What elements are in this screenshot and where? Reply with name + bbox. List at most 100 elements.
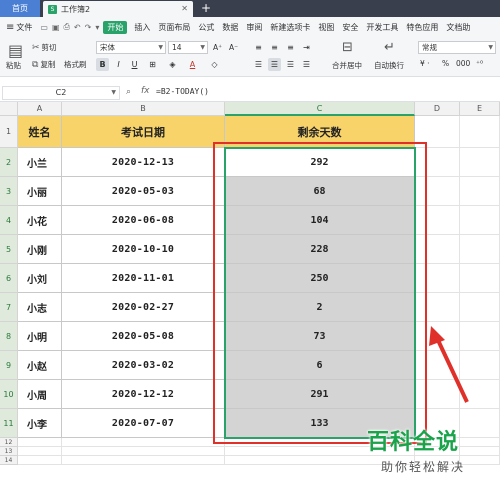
grid-cell[interactable] (18, 447, 62, 456)
underline-button[interactable]: U (128, 58, 141, 71)
name-cell[interactable]: 小周 (18, 380, 62, 409)
hamburger-icon[interactable]: ≡ (6, 22, 14, 33)
cut-button[interactable]: ✂ 剪切 (32, 42, 57, 53)
column-header-c[interactable]: C (225, 102, 415, 116)
copy-button[interactable]: ⧉ 复制 (32, 59, 55, 70)
days-cell[interactable]: 68 (225, 177, 415, 206)
name-cell[interactable]: 小丽 (18, 177, 62, 206)
chevron-down-icon[interactable]: ▾ (95, 23, 99, 32)
days-cell[interactable]: 292 (225, 148, 415, 177)
row-header-12[interactable]: 12 (0, 438, 18, 447)
decimal-icon[interactable]: ⁺⁰ (476, 59, 483, 68)
align-top-icon[interactable]: ≡ (252, 41, 265, 54)
wrap-text-icon[interactable]: ↵ (384, 40, 395, 55)
name-box[interactable]: C2 ▼ (2, 86, 120, 100)
row-header-14[interactable]: 14 (0, 456, 18, 465)
row-header-11[interactable]: 11 (0, 409, 18, 438)
date-cell[interactable]: 2020-12-12 (62, 380, 225, 409)
row-header-4[interactable]: 4 (0, 206, 18, 235)
name-cell[interactable]: 小李 (18, 409, 62, 438)
fx-icon[interactable]: fx (141, 86, 150, 96)
open-folder-icon[interactable]: ▭ (40, 23, 48, 32)
menu-review[interactable]: 审阅 (246, 22, 262, 33)
border-icon[interactable]: ⊞ (146, 58, 159, 71)
indent-icon[interactable]: ⇥ (300, 41, 313, 54)
menu-doc-helper[interactable]: 文档助 (446, 22, 470, 33)
grid-cell[interactable] (415, 264, 460, 293)
date-cell[interactable]: 2020-03-02 (62, 351, 225, 380)
name-cell[interactable]: 小兰 (18, 148, 62, 177)
italic-button[interactable]: I (112, 58, 125, 71)
row-header-6[interactable]: 6 (0, 264, 18, 293)
currency-icon[interactable]: ¥ · (420, 59, 430, 68)
name-cell[interactable]: 小刚 (18, 235, 62, 264)
menu-insert[interactable]: 插入 (134, 22, 150, 33)
date-cell[interactable]: 2020-06-08 (62, 206, 225, 235)
days-cell[interactable]: 291 (225, 380, 415, 409)
days-cell[interactable]: 250 (225, 264, 415, 293)
redo-icon[interactable]: ↷ (85, 23, 92, 32)
column-header-e[interactable]: E (460, 102, 500, 116)
grid-cell[interactable] (415, 148, 460, 177)
row-header-1[interactable]: 1 (0, 116, 18, 148)
tab-document[interactable]: S 工作簿2 ✕ (43, 1, 193, 17)
merge-center-button[interactable]: 合并居中 (332, 60, 362, 71)
grid-cell[interactable] (460, 264, 500, 293)
date-cell[interactable]: 2020-02-27 (62, 293, 225, 322)
grid-cell[interactable] (460, 206, 500, 235)
grid-cell[interactable] (415, 177, 460, 206)
row-header-8[interactable]: 8 (0, 322, 18, 351)
date-cell[interactable]: 2020-07-07 (62, 409, 225, 438)
column-header-d[interactable]: D (415, 102, 460, 116)
grid-cell[interactable] (460, 148, 500, 177)
grid-cell[interactable] (460, 116, 500, 148)
column-header-a[interactable]: A (18, 102, 62, 116)
days-cell[interactable]: 228 (225, 235, 415, 264)
header-cell[interactable]: 考试日期 (62, 116, 225, 148)
menu-view[interactable]: 视图 (318, 22, 334, 33)
percent-icon[interactable]: % (442, 59, 449, 68)
menu-data[interactable]: 数据 (222, 22, 238, 33)
grid-cell[interactable] (62, 456, 225, 465)
grid-cell[interactable] (62, 447, 225, 456)
align-right-icon[interactable]: ☰ (284, 58, 297, 71)
print-icon[interactable]: ⎙ (64, 22, 70, 32)
wrap-text-button[interactable]: 自动换行 (374, 60, 404, 71)
name-cell[interactable]: 小刘 (18, 264, 62, 293)
grid-cell[interactable] (415, 293, 460, 322)
grid-cell[interactable] (415, 206, 460, 235)
font-color-icon[interactable]: A (186, 58, 199, 71)
save-icon[interactable]: ▣ (52, 23, 60, 32)
format-painter-button[interactable]: 格式刷 (64, 59, 87, 70)
clear-format-icon[interactable]: ◇ (208, 58, 221, 71)
name-cell[interactable]: 小志 (18, 293, 62, 322)
undo-icon[interactable]: ↶ (74, 23, 81, 32)
menu-formula[interactable]: 公式 (198, 22, 214, 33)
grid-cell[interactable] (415, 235, 460, 264)
number-format-select[interactable]: 常规 ▼ (418, 41, 496, 54)
font-size-select[interactable]: 14 ▼ (168, 41, 208, 54)
select-all-corner[interactable] (0, 102, 18, 116)
shrink-font-icon[interactable]: A⁻ (229, 43, 238, 52)
row-header-2[interactable]: 2 (0, 148, 18, 177)
grid-cell[interactable] (460, 293, 500, 322)
menu-new-tab[interactable]: 新建选项卡 (270, 22, 310, 33)
row-header-13[interactable]: 13 (0, 447, 18, 456)
close-icon[interactable]: ✕ (181, 4, 188, 13)
thousands-icon[interactable]: 000 (456, 59, 470, 68)
days-cell[interactable]: 104 (225, 206, 415, 235)
menu-page-layout[interactable]: 页面布局 (158, 22, 190, 33)
menu-security[interactable]: 安全 (342, 22, 358, 33)
header-cell[interactable]: 姓名 (18, 116, 62, 148)
menu-developer[interactable]: 开发工具 (366, 22, 398, 33)
date-cell[interactable]: 2020-05-03 (62, 177, 225, 206)
grid-cell[interactable] (460, 235, 500, 264)
name-cell[interactable]: 小花 (18, 206, 62, 235)
days-cell[interactable]: 2 (225, 293, 415, 322)
days-cell[interactable]: 6 (225, 351, 415, 380)
paste-button[interactable]: 粘贴 (6, 60, 21, 71)
justify-icon[interactable]: ☰ (300, 58, 313, 71)
name-cell[interactable]: 小明 (18, 322, 62, 351)
date-cell[interactable]: 2020-05-08 (62, 322, 225, 351)
merge-icon[interactable]: ⊟ (342, 40, 353, 55)
